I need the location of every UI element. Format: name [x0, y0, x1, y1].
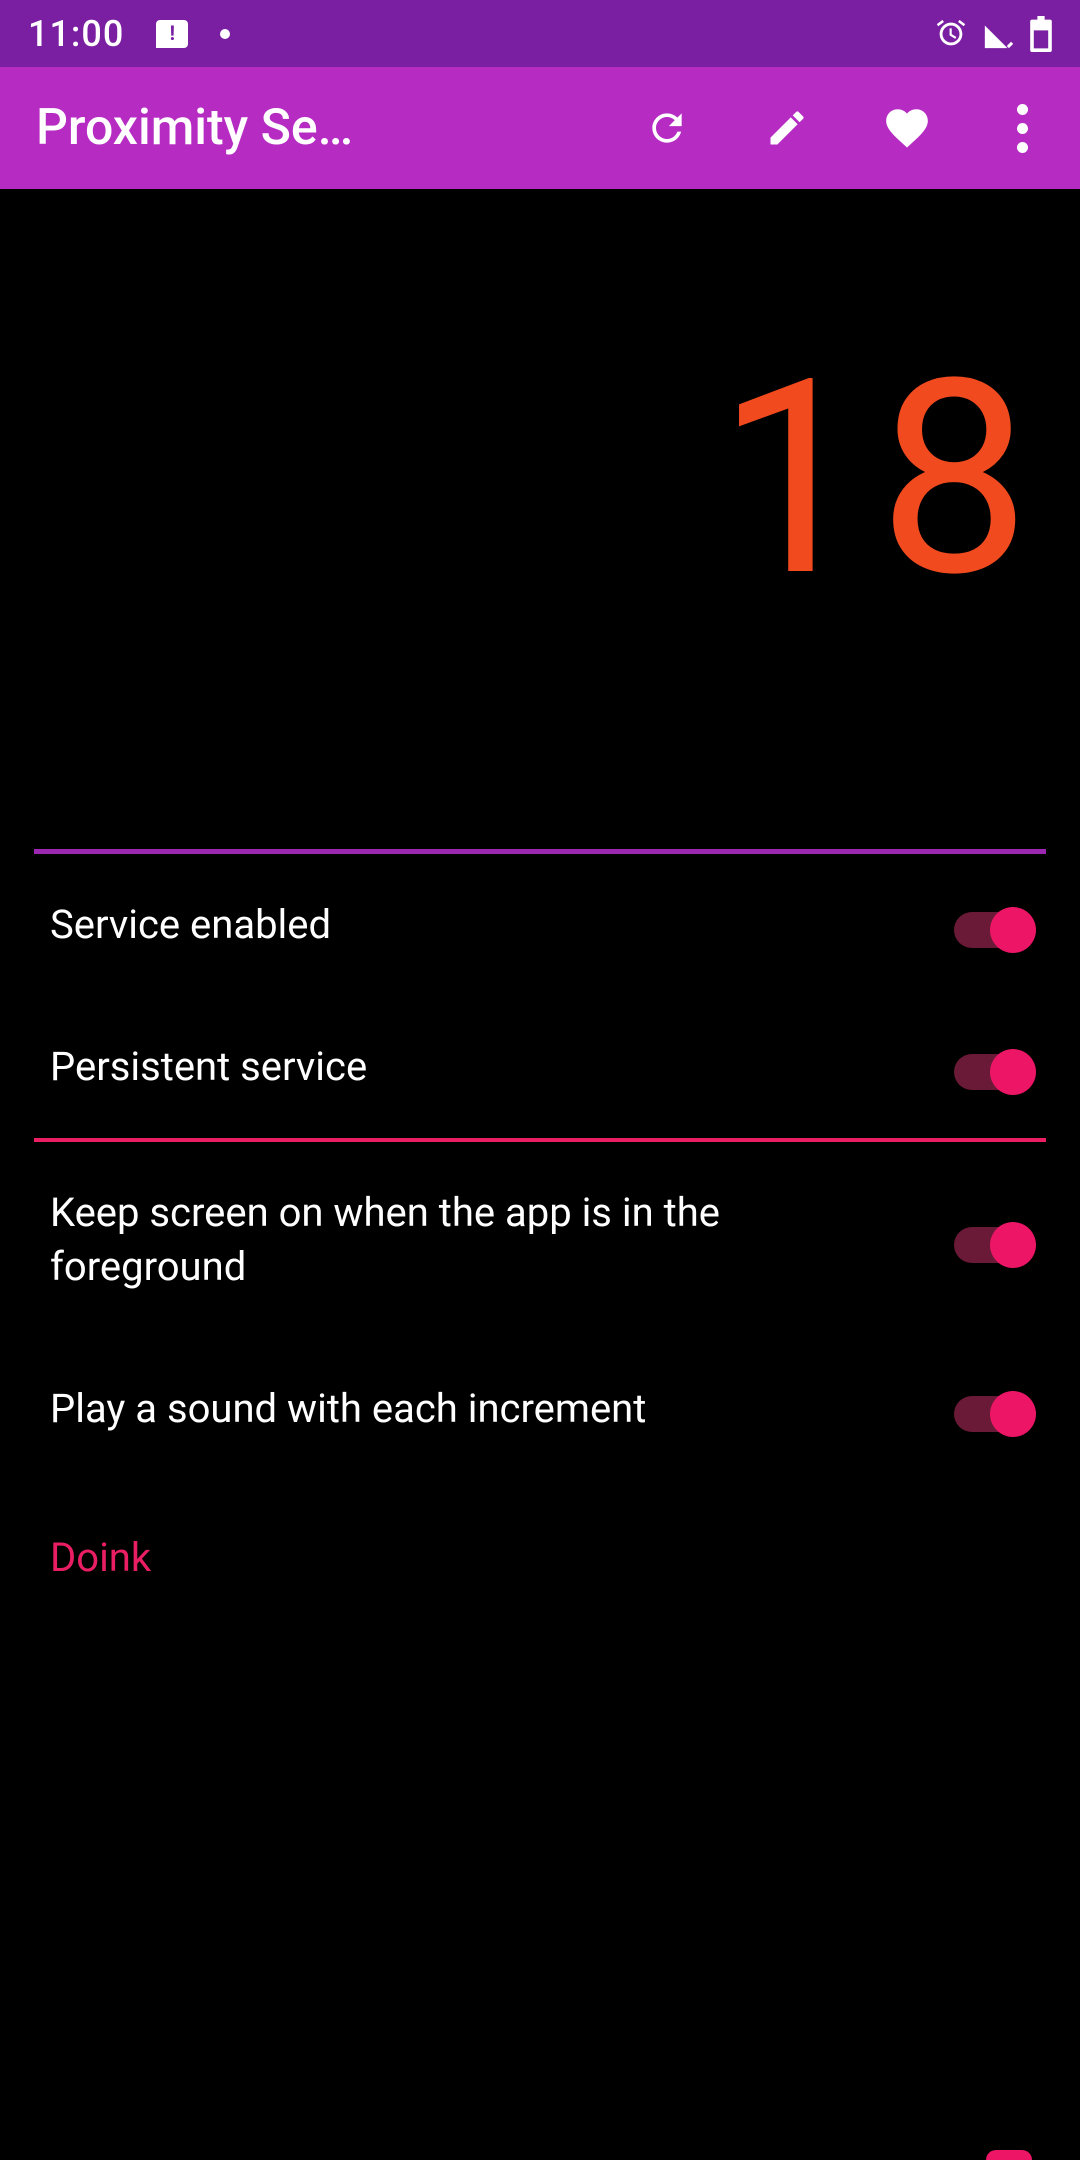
- battery-icon: [1030, 16, 1052, 52]
- message-alert-icon: [156, 20, 188, 48]
- setting-sound-name[interactable]: Doink: [0, 1480, 1080, 1600]
- app-title: Proximity Sens…: [36, 99, 366, 157]
- setting-keep-screen[interactable]: Keep screen on when the app is in the fo…: [0, 1142, 1080, 1338]
- switch-thumb: [990, 907, 1036, 953]
- alarm-icon: [934, 17, 968, 51]
- switch-thumb: [990, 1391, 1036, 1437]
- refresh-icon: [645, 106, 689, 150]
- counter-value: 18: [717, 344, 1041, 614]
- toggle-service-enabled[interactable]: [954, 907, 1030, 943]
- signal-no-data-icon: [982, 17, 1016, 51]
- sound-name-label: Doink: [50, 1534, 151, 1581]
- notification-dot-icon: [220, 29, 230, 39]
- app-actions: [642, 103, 1050, 153]
- counter-display[interactable]: 18: [0, 189, 1080, 849]
- setting-persistent-service[interactable]: Persistent service: [0, 996, 1080, 1138]
- app-bar: Proximity Sens…: [0, 67, 1080, 189]
- toggle-keep-screen[interactable]: [954, 1222, 1030, 1258]
- setting-service-enabled[interactable]: Service enabled: [0, 854, 1080, 996]
- refresh-button[interactable]: [642, 103, 692, 153]
- favorite-button[interactable]: [882, 103, 932, 153]
- heart-icon: [882, 103, 932, 153]
- setting-play-sound[interactable]: Play a sound with each increment: [0, 1338, 1080, 1480]
- switch-thumb: [990, 1222, 1036, 1268]
- overflow-dot-icon: [1017, 104, 1028, 115]
- status-bar: 11:00: [0, 0, 1080, 67]
- status-right: [934, 16, 1052, 52]
- overflow-dot-icon: [1017, 123, 1028, 134]
- pencil-icon: [765, 106, 809, 150]
- overflow-menu-button[interactable]: [1002, 103, 1042, 153]
- partial-switch-thumb: [986, 2150, 1032, 2160]
- setting-label: Service enabled: [50, 898, 954, 952]
- setting-label: Persistent service: [50, 1040, 954, 1094]
- switch-thumb: [990, 1049, 1036, 1095]
- toggle-persistent-service[interactable]: [954, 1049, 1030, 1085]
- overflow-dot-icon: [1017, 142, 1028, 153]
- status-left: 11:00: [28, 13, 230, 55]
- toggle-play-sound[interactable]: [954, 1391, 1030, 1427]
- setting-label: Play a sound with each increment: [50, 1382, 954, 1436]
- edit-button[interactable]: [762, 103, 812, 153]
- status-time: 11:00: [28, 13, 124, 55]
- setting-label: Keep screen on when the app is in the fo…: [50, 1186, 954, 1294]
